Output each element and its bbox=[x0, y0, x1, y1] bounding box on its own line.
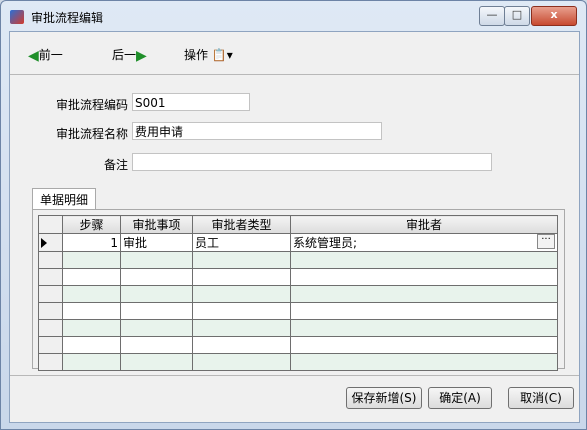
row-indicator-header bbox=[38, 215, 63, 234]
save-new-button[interactable]: 保存新增(S) bbox=[346, 387, 422, 409]
code-field[interactable]: S001 bbox=[132, 93, 250, 111]
table-row[interactable]: 1 审批 员工 系统管理员; ··· bbox=[38, 233, 558, 252]
dropdown-arrow-icon: ▾ bbox=[226, 48, 233, 62]
operations-label: 操作 bbox=[184, 48, 209, 62]
arrow-left-icon: ◀ bbox=[28, 48, 39, 64]
detail-grid: 步骤 审批事项 审批者类型 审批者 1 审批 员工 系统管理员; ··· bbox=[38, 215, 558, 371]
grid-header-row: 步骤 审批事项 审批者类型 审批者 bbox=[38, 215, 558, 234]
table-row[interactable] bbox=[38, 251, 558, 269]
next-button[interactable]: 后一▶ bbox=[112, 46, 147, 64]
app-window: 审批流程编辑 — □ x ◀前一 后一▶ 操作 📋▾ 审批流程编码 S001 审… bbox=[0, 0, 587, 430]
column-header-approver-type[interactable]: 审批者类型 bbox=[192, 215, 291, 234]
note-label: 备注 bbox=[103, 158, 128, 172]
footer-divider bbox=[10, 375, 579, 376]
table-row[interactable] bbox=[38, 268, 558, 286]
column-header-item[interactable]: 审批事项 bbox=[120, 215, 193, 234]
app-icon bbox=[10, 10, 24, 24]
ok-button[interactable]: 确定(A) bbox=[428, 387, 492, 409]
code-label: 审批流程编码 bbox=[55, 98, 128, 112]
table-row[interactable] bbox=[38, 285, 558, 303]
next-label: 后一 bbox=[112, 48, 137, 62]
clipboard-icon: 📋 bbox=[211, 48, 227, 62]
cell-item[interactable]: 审批 bbox=[120, 233, 193, 252]
current-row-icon bbox=[41, 238, 47, 248]
detail-tab-panel: 步骤 审批事项 审批者类型 审批者 1 审批 员工 系统管理员; ··· bbox=[32, 209, 565, 371]
tab-document-detail[interactable]: 单据明细 bbox=[32, 188, 96, 211]
note-field[interactable] bbox=[132, 153, 492, 171]
cell-approver-type[interactable]: 员工 bbox=[192, 233, 291, 252]
approver-value: 系统管理员; bbox=[293, 236, 358, 250]
dialog-body: ◀前一 后一▶ 操作 📋▾ 审批流程编码 S001 审批流程名称 费用申请 备注… bbox=[9, 31, 580, 423]
name-field[interactable]: 费用申请 bbox=[132, 122, 382, 140]
browse-ellipsis-button[interactable]: ··· bbox=[537, 234, 555, 249]
prev-label: 前一 bbox=[38, 48, 63, 62]
maximize-button[interactable]: □ bbox=[504, 6, 530, 26]
column-header-step[interactable]: 步骤 bbox=[62, 215, 121, 234]
row-indicator bbox=[38, 233, 63, 252]
close-button[interactable]: x bbox=[531, 6, 577, 26]
table-row[interactable] bbox=[38, 302, 558, 320]
table-row[interactable] bbox=[38, 353, 558, 371]
name-label: 审批流程名称 bbox=[55, 127, 128, 141]
cell-approver[interactable]: 系统管理员; ··· bbox=[290, 233, 558, 252]
operations-menu-button[interactable]: 操作 📋▾ bbox=[184, 46, 233, 63]
arrow-right-icon: ▶ bbox=[136, 48, 147, 64]
cell-step[interactable]: 1 bbox=[62, 233, 121, 252]
column-header-approver[interactable]: 审批者 bbox=[290, 215, 558, 234]
toolbar: ◀前一 后一▶ 操作 📋▾ bbox=[10, 32, 579, 75]
table-row[interactable] bbox=[38, 336, 558, 354]
cancel-button[interactable]: 取消(C) bbox=[508, 387, 574, 409]
title-bar[interactable]: 审批流程编辑 — □ x bbox=[1, 1, 586, 31]
window-title: 审批流程编辑 bbox=[31, 11, 104, 25]
prev-button[interactable]: ◀前一 bbox=[28, 46, 63, 64]
table-row[interactable] bbox=[38, 319, 558, 337]
minimize-button[interactable]: — bbox=[479, 6, 505, 26]
